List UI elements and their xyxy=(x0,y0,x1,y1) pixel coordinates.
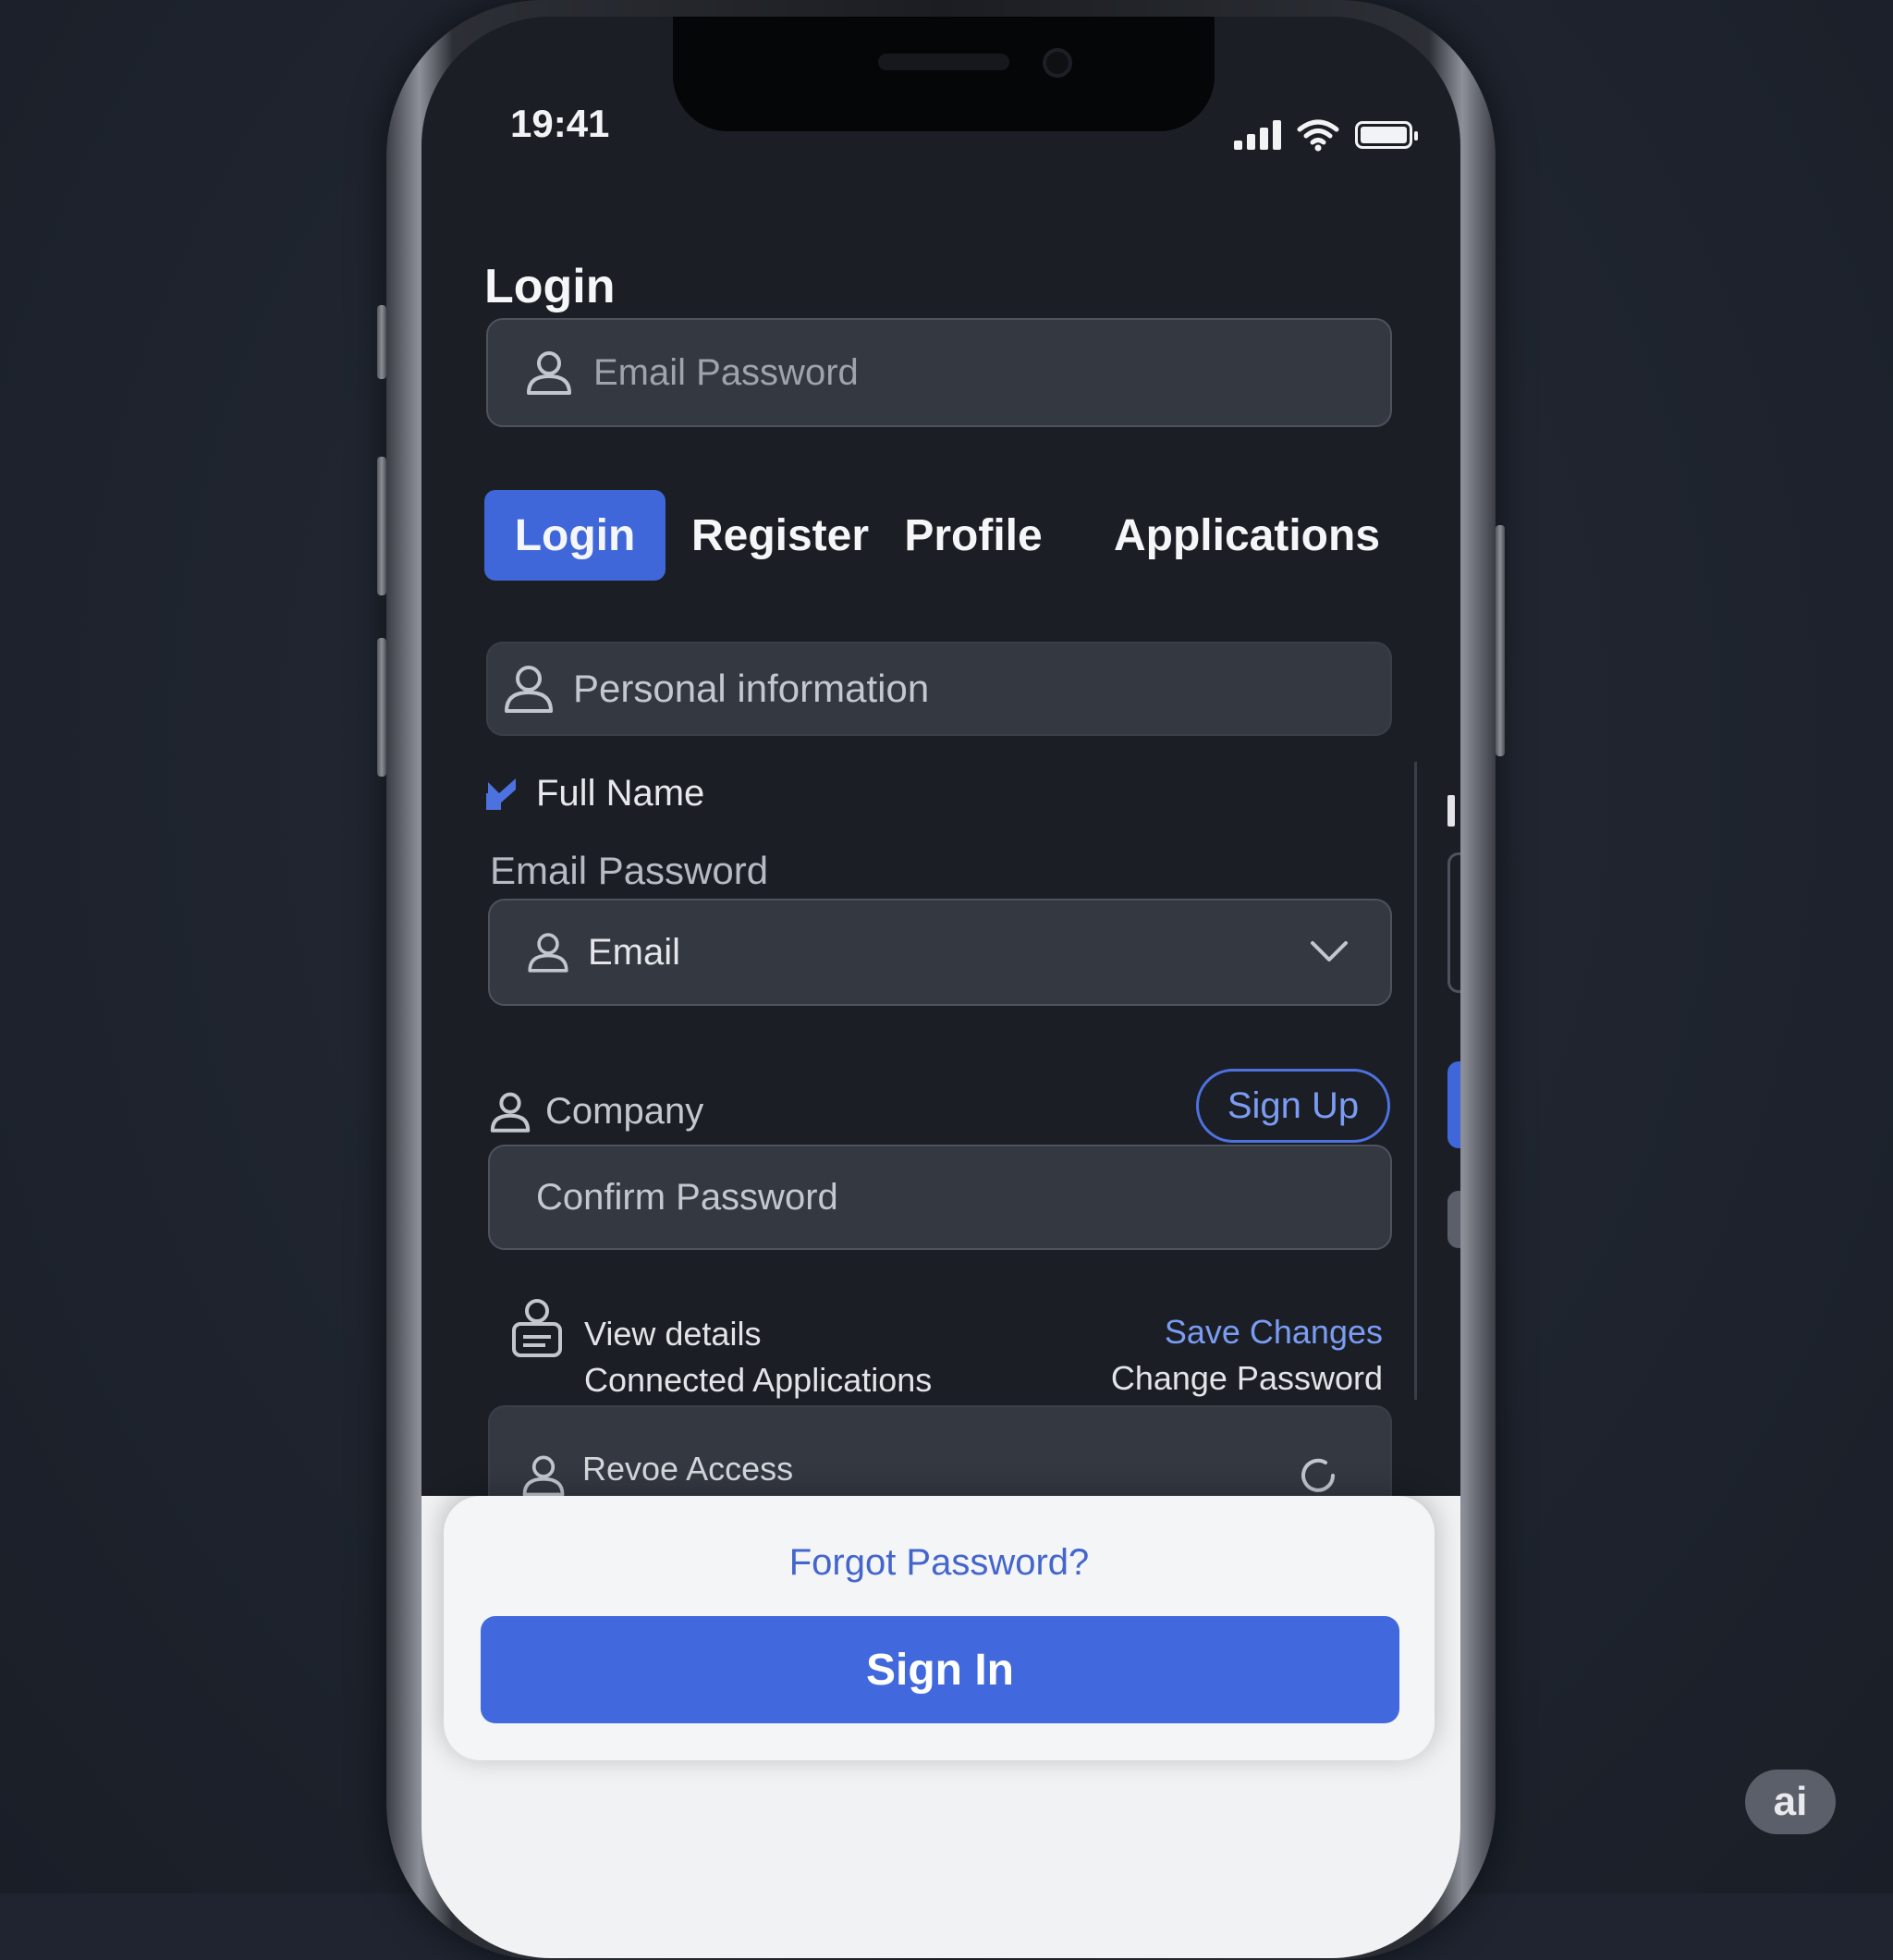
checkmark-icon xyxy=(486,778,516,810)
status-icons xyxy=(1234,118,1418,152)
company-label: Company xyxy=(545,1090,704,1132)
user-icon xyxy=(505,666,553,713)
save-changes-link[interactable]: Save Changes xyxy=(1105,1309,1383,1355)
wifi-icon xyxy=(1297,119,1339,152)
status-time: 19:41 xyxy=(510,102,610,145)
tab-profile[interactable]: Profile xyxy=(895,490,1052,581)
side-panel-field xyxy=(1447,852,1460,993)
full-name-label: Full Name xyxy=(536,773,705,814)
side-panel-button xyxy=(1447,1061,1460,1148)
column-divider xyxy=(1414,762,1417,1400)
user-icon xyxy=(528,933,568,973)
forgot-password-link[interactable]: Forgot Password? xyxy=(444,1542,1435,1584)
connected-applications-label: Connected Applications xyxy=(584,1361,933,1399)
personal-information-header[interactable]: Personal information xyxy=(486,642,1392,736)
user-icon xyxy=(527,351,571,395)
view-details-link[interactable]: View details xyxy=(584,1311,932,1357)
tab-bar: Login Register Profile Applications xyxy=(484,490,1409,581)
chevron-down-icon xyxy=(1311,941,1348,962)
full-name-row: Full Name xyxy=(484,773,704,815)
change-password-link[interactable]: Change Password xyxy=(1105,1355,1383,1402)
company-row: Company xyxy=(488,1089,703,1133)
side-panel-title xyxy=(1447,795,1455,827)
confirm-password-placeholder: Confirm Password xyxy=(536,1176,838,1218)
side-panel-chip xyxy=(1447,1191,1460,1248)
page-title: Login xyxy=(484,260,616,313)
email-select-value: Email xyxy=(588,931,681,973)
volume-down-button xyxy=(377,638,386,777)
id-card-icon xyxy=(512,1299,562,1357)
tab-register[interactable]: Register xyxy=(688,490,873,581)
user-icon xyxy=(490,1092,531,1133)
notch xyxy=(673,17,1215,131)
email-password-input[interactable]: Email Password xyxy=(486,318,1392,427)
email-password-label: Email Password xyxy=(490,849,769,892)
tab-applications[interactable]: Applications xyxy=(1094,490,1399,581)
bottom-sheet-card: Forgot Password? Sign In xyxy=(444,1496,1435,1760)
sign-up-button[interactable]: Sign Up xyxy=(1196,1069,1390,1143)
speaker-grille xyxy=(878,54,1009,70)
phone-screen: 19:41 Login Email Password Login Registe… xyxy=(421,17,1460,1958)
silent-switch xyxy=(377,305,386,379)
email-password-placeholder: Email Password xyxy=(593,351,859,393)
personal-information-label: Personal information xyxy=(573,667,930,710)
ai-badge: ai xyxy=(1745,1770,1836,1834)
sign-in-button[interactable]: Sign In xyxy=(481,1616,1399,1723)
battery-icon xyxy=(1355,121,1418,149)
confirm-password-input[interactable]: Confirm Password xyxy=(488,1145,1392,1250)
user-icon xyxy=(522,1455,565,1497)
email-select[interactable]: Email xyxy=(488,899,1392,1006)
details-right: Save Changes Change Password xyxy=(1105,1309,1383,1402)
details-left: View details Connected Applications xyxy=(584,1311,932,1403)
volume-up-button xyxy=(377,457,386,595)
tab-login[interactable]: Login xyxy=(484,490,666,581)
signal-icon xyxy=(1234,120,1281,150)
revoke-access-label: Revoe Access xyxy=(582,1450,794,1488)
camera-lens xyxy=(1043,48,1072,78)
power-button xyxy=(1496,525,1505,756)
refresh-icon xyxy=(1301,1458,1335,1492)
